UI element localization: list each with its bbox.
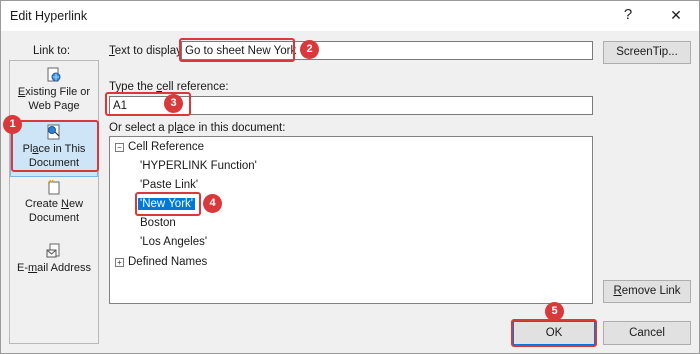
link-to-email-address[interactable]: E-mail Address xyxy=(10,243,98,275)
existing-file-line2: Web Page xyxy=(28,100,80,112)
tree-item-hyperlink-function[interactable]: 'HYPERLINK Function' xyxy=(140,158,257,175)
annotation-badge-4: 4 xyxy=(203,194,222,213)
dialog-title: Edit Hyperlink xyxy=(10,9,88,23)
expand-defined-names-icon[interactable]: + xyxy=(115,258,124,267)
tree-item-los-angeles[interactable]: 'Los Angeles' xyxy=(140,234,207,251)
link-to-existing-file[interactable]: Existing File or Web Page xyxy=(10,67,98,113)
tree-group-cell-reference[interactable]: Cell Reference xyxy=(128,139,204,156)
annotation-badge-2: 2 xyxy=(300,40,319,59)
close-button[interactable]: ✕ xyxy=(665,5,687,25)
existing-file-line1: Existing File or xyxy=(17,86,91,98)
link-to-label: Link to: xyxy=(33,45,71,57)
link-to-create-new-document[interactable]: Create New Document xyxy=(10,179,98,225)
collapse-cell-reference-icon[interactable]: − xyxy=(115,143,124,152)
remove-link-button[interactable]: Remove Link xyxy=(603,280,691,303)
link-to-panel: Existing File or Web Page Place in This … xyxy=(9,60,99,344)
email-icon xyxy=(46,243,60,258)
annotation-highlight-ok xyxy=(511,319,597,347)
new-document-line1: Create New xyxy=(24,198,84,210)
edit-hyperlink-dialog: Edit Hyperlink ? ✕ Link to: Existing Fil… xyxy=(0,0,700,354)
new-document-icon xyxy=(48,179,60,195)
annotation-badge-3: 3 xyxy=(164,94,183,113)
annotation-highlight-new-york xyxy=(135,192,201,216)
new-document-line2: Document xyxy=(28,212,80,224)
annotation-badge-1: 1 xyxy=(3,115,22,134)
annotation-highlight-text xyxy=(179,38,295,62)
web-page-icon xyxy=(47,67,61,82)
cancel-button[interactable]: Cancel xyxy=(603,321,691,345)
text-to-display-label: Text to display: xyxy=(109,45,186,57)
email-line1: E-mail Address xyxy=(17,262,91,274)
title-bar: Edit Hyperlink ? ✕ xyxy=(1,1,699,31)
help-button[interactable]: ? xyxy=(617,5,639,25)
annotation-badge-5: 5 xyxy=(545,302,564,321)
place-tree[interactable]: − Cell Reference 'HYPERLINK Function' 'P… xyxy=(109,136,593,304)
tree-item-boston[interactable]: Boston xyxy=(140,215,176,232)
tree-group-defined-names[interactable]: Defined Names xyxy=(128,254,207,271)
screentip-button[interactable]: ScreenTip... xyxy=(603,41,691,64)
place-list-label: Or select a place in this document: xyxy=(109,122,286,134)
annotation-highlight-place xyxy=(11,120,99,172)
